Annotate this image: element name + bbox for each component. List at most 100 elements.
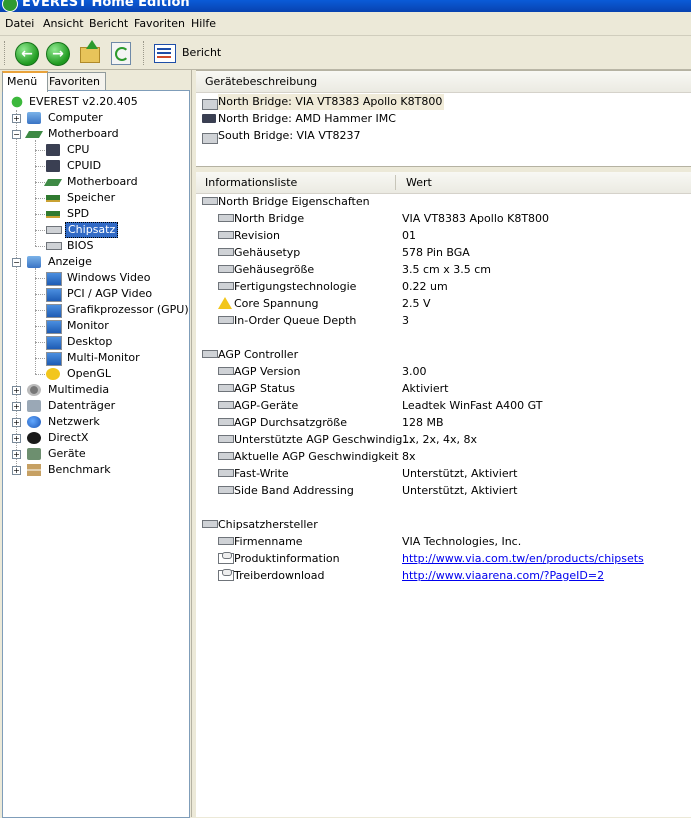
tree-item-cpu[interactable]: CPU — [3, 142, 187, 158]
info-group-header[interactable]: AGP Controller — [196, 346, 691, 363]
menu-bericht[interactable]: Bericht — [89, 17, 128, 30]
directx-icon — [27, 432, 41, 444]
column-separator[interactable] — [395, 175, 396, 190]
display-icon — [27, 256, 41, 268]
menu-hilfe[interactable]: Hilfe — [191, 17, 216, 30]
forward-button[interactable]: → — [44, 40, 70, 66]
info-row[interactable]: Side Band Addressing Unterstützt, Aktivie… — [196, 482, 691, 499]
tree-item-everest-v2-20-405[interactable]: EVEREST v2.20.405 — [3, 94, 187, 110]
menu-datei[interactable]: Datei — [5, 17, 34, 30]
tree-item-datentr-ger[interactable]: + Datenträger — [3, 398, 187, 414]
expand-toggle-icon[interactable]: + — [12, 450, 21, 459]
tree-item-pci-agp-video[interactable]: PCI / AGP Video — [3, 286, 187, 302]
column-header-informationsliste[interactable]: Informationsliste — [205, 172, 297, 193]
menu-favoriten[interactable]: Favoriten — [134, 17, 185, 30]
menu-bar: Datei Ansicht Bericht Favoriten Hilfe — [0, 12, 691, 36]
tree-item-multi-monitor[interactable]: Multi-Monitor — [3, 350, 187, 366]
info-row[interactable]: Gehäusegröße 3.5 cm x 3.5 cm — [196, 261, 691, 278]
info-row[interactable]: AGP Durchsatzgröße 128 MB — [196, 414, 691, 431]
expand-toggle-icon[interactable]: + — [12, 418, 21, 427]
title-bar: EVEREST Home Edition — [0, 0, 691, 12]
info-row[interactable]: Gehäusetyp 578 Pin BGA — [196, 244, 691, 261]
info-row[interactable]: AGP-Geräte Leadtek WinFast A400 GT — [196, 397, 691, 414]
info-group-header[interactable]: North Bridge Eigenschaften — [196, 193, 691, 210]
info-value-link[interactable]: http://www.via.com.tw/en/products/chipse… — [402, 550, 644, 567]
info-row[interactable]: Aktuelle AGP Geschwindigkeit 8x — [196, 448, 691, 465]
toolbar-grip[interactable] — [143, 41, 147, 65]
info-group-header[interactable]: Chipsatzhersteller — [196, 516, 691, 533]
info-row[interactable]: Fertigungstechnologie 0.22 um — [196, 278, 691, 295]
tree-item-cpuid[interactable]: CPUID — [3, 158, 187, 174]
info-value: 01 — [402, 229, 416, 242]
tree-item-spd[interactable]: SPD — [3, 206, 187, 222]
tree-item-grafikprozessor-gpu-[interactable]: Grafikprozessor (GPU) — [3, 302, 189, 318]
tree-item-monitor[interactable]: Monitor — [3, 318, 187, 334]
tree-item-label: CPU — [67, 143, 90, 156]
info-field-label: North Bridge — [234, 212, 305, 225]
tree-item-label: EVEREST v2.20.405 — [29, 95, 138, 108]
info-row[interactable]: AGP Version 3.00 — [196, 363, 691, 380]
tree-item-computer[interactable]: + Computer — [3, 110, 187, 126]
expand-toggle-icon[interactable]: + — [12, 386, 21, 395]
info-row[interactable]: Revision 01 — [196, 227, 691, 244]
chipset-icon — [218, 384, 234, 392]
info-value: 128 MB — [402, 416, 444, 429]
expand-toggle-icon[interactable]: + — [12, 466, 21, 475]
expand-toggle-icon[interactable]: + — [12, 114, 21, 123]
tree-item-label: Windows Video — [67, 271, 151, 284]
chipset-icon — [202, 350, 218, 358]
info-row[interactable]: In-Order Queue Depth 3 — [196, 312, 691, 329]
chipset-icon — [202, 99, 218, 110]
chipset-icon — [218, 486, 234, 494]
refresh-button[interactable] — [108, 40, 134, 66]
folder-up-icon — [80, 47, 100, 63]
toolbar-grip[interactable] — [4, 41, 8, 65]
device-item-label: North Bridge: VIA VT8383 Apollo K8T800 — [218, 94, 445, 110]
tree-item-motherboard[interactable]: − Motherboard — [3, 126, 187, 142]
device-header[interactable]: Gerätebeschreibung — [196, 71, 691, 93]
back-button[interactable]: ← — [13, 40, 39, 66]
tree-item-multimedia[interactable]: + Multimedia — [3, 382, 187, 398]
info-row[interactable]: Unterstützte AGP Geschwindig... 1x, 2x, 4… — [196, 431, 691, 448]
tree-item-netzwerk[interactable]: + Netzwerk — [3, 414, 187, 430]
tree-item-chipsatz[interactable]: Chipsatz — [3, 222, 187, 238]
cpu-chip-icon — [46, 160, 60, 172]
up-button[interactable] — [77, 40, 103, 66]
menu-ansicht[interactable]: Ansicht — [43, 17, 84, 30]
info-row[interactable]: Fast-Write Unterstützt, Aktiviert — [196, 465, 691, 482]
info-row[interactable]: Firmenname VIA Technologies, Inc. — [196, 533, 691, 550]
collapse-toggle-icon[interactable]: − — [12, 258, 21, 267]
report-button[interactable]: Bericht — [154, 41, 224, 65]
tree-item-windows-video[interactable]: Windows Video — [3, 270, 187, 286]
tab-favoriten[interactable]: Favoriten — [44, 72, 106, 91]
info-row[interactable]: Core Spannung 2.5 V — [196, 295, 691, 312]
computer-icon — [27, 112, 41, 124]
tree-item-ger-te[interactable]: + Geräte — [3, 446, 187, 462]
tab-menu[interactable]: Menü — [2, 71, 48, 92]
tree-item-opengl[interactable]: OpenGL — [3, 366, 187, 382]
tree-item-speicher[interactable]: Speicher — [3, 190, 187, 206]
tree-item-directx[interactable]: + DirectX — [3, 430, 187, 446]
info-row[interactable]: AGP Status Aktiviert — [196, 380, 691, 397]
info-row[interactable]: Treiberdownload http://www.viaarena.com/?… — [196, 567, 691, 584]
expand-toggle-icon[interactable]: + — [12, 434, 21, 443]
memory-icon — [46, 211, 60, 218]
column-header-wert[interactable]: Wert — [406, 172, 432, 193]
device-item-label: South Bridge: VIA VT8237 — [218, 129, 361, 142]
info-field-label: Chipsatzhersteller — [218, 518, 318, 531]
device-item-label: North Bridge: AMD Hammer IMC — [218, 112, 396, 125]
collapse-toggle-icon[interactable]: − — [12, 130, 21, 139]
info-field-label: Core Spannung — [234, 297, 319, 310]
info-row[interactable]: North Bridge VIA VT8383 Apollo K8T800 — [196, 210, 691, 227]
tree-item-bios[interactable]: BIOS — [3, 238, 187, 254]
tree-item-benchmark[interactable]: + Benchmark — [3, 462, 187, 478]
info-row[interactable]: Produktinformation http://www.via.com.tw/… — [196, 550, 691, 567]
tree-item-anzeige[interactable]: − Anzeige — [3, 254, 187, 270]
tree-item-label: Chipsatz — [65, 222, 119, 238]
navigation-tree[interactable]: EVEREST v2.20.405 + Computer − Motherboard CP… — [2, 90, 190, 818]
info-value-link[interactable]: http://www.viaarena.com/?PageID=2 — [402, 567, 604, 584]
tree-item-desktop[interactable]: Desktop — [3, 334, 187, 350]
tree-item-motherboard[interactable]: Motherboard — [3, 174, 187, 190]
info-value: Aktiviert — [402, 382, 449, 395]
expand-toggle-icon[interactable]: + — [12, 402, 21, 411]
